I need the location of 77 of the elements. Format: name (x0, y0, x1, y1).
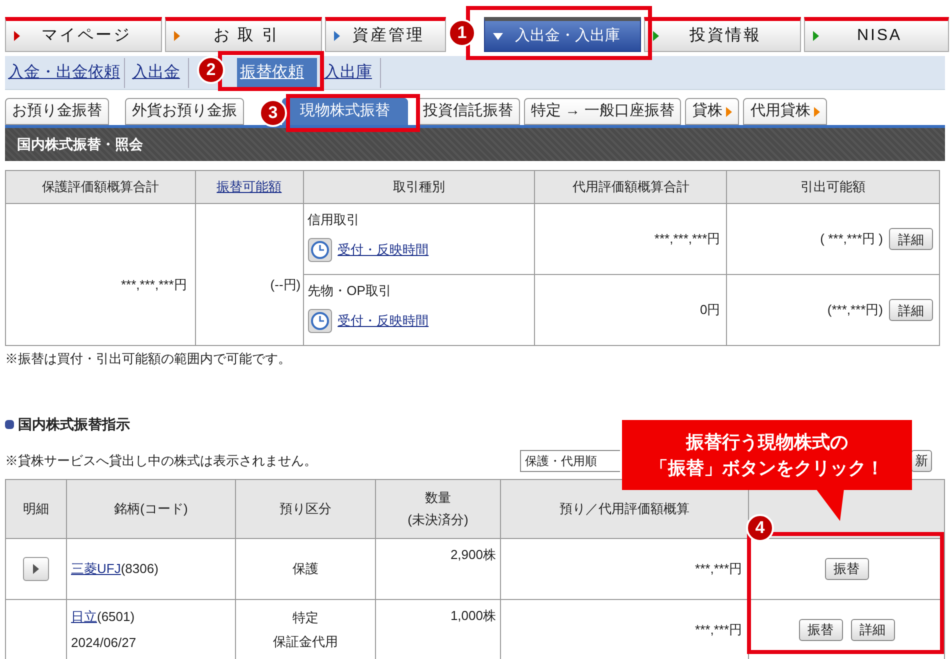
table-cell: ***,***,***円 (6, 204, 196, 346)
table-cell: (--円) (195, 204, 304, 346)
table-cell-text: 保護 (292, 560, 320, 578)
arrow-icon (726, 106, 732, 116)
column-header[interactable]: 振替可能額 (195, 170, 304, 204)
column-header: 引出可能額 (726, 170, 940, 204)
link[interactable]: 受付・反映時間 (338, 310, 429, 330)
small-button[interactable]: 詳細 (889, 228, 933, 250)
nav-label: マイページ (42, 26, 132, 46)
clock-icon (308, 238, 332, 262)
column-header: 保護評価額概算合計 (6, 170, 196, 204)
table-cell: 1,000株 (450, 608, 496, 622)
clock-icon (308, 308, 332, 332)
tab[interactable]: お預り金振替 (5, 98, 109, 125)
play-icon (33, 564, 39, 574)
callout: 振替行う現物株式の 「振替」ボタンをクリック！ (622, 420, 912, 490)
column-header: 数量 (424, 488, 452, 506)
table-cell-text: 特定 (292, 608, 320, 626)
sub-nav-link[interactable]: 入金・出金依頼 (5, 58, 125, 88)
table-cell: ***,***円 (695, 622, 742, 637)
nav-tab[interactable]: NISA (804, 17, 949, 52)
bullet-icon (5, 420, 14, 428)
panel-title: 国内株式振替・照会 (17, 135, 143, 154)
small-button[interactable]: 振替 (824, 558, 868, 580)
date-text: 2024/06/27 (71, 634, 138, 652)
nav-tab[interactable]: 資産管理 (325, 17, 446, 52)
stock-link[interactable]: 日立 (71, 607, 97, 626)
stock-code: (6501) (97, 608, 135, 626)
step-marker: 1 (448, 19, 476, 47)
link[interactable]: 受付・反映時間 (338, 240, 429, 260)
tab[interactable]: 現物株式振替 (282, 98, 408, 125)
table-cell: 2,900株 (450, 546, 496, 562)
small-button[interactable]: 詳細 (850, 618, 894, 640)
nav-tab[interactable]: お 取 引 (165, 17, 322, 52)
nav-label: 入出金・入出庫 (515, 26, 620, 46)
expand-button[interactable] (23, 556, 49, 580)
table-cell: 0円 (534, 274, 727, 346)
table-cell: ***,***,***円 (534, 204, 727, 274)
section-title: 国内株式振替指示 (18, 414, 130, 434)
nav-label: 投資情報 (690, 26, 762, 46)
table-cell-text: ( ***,***円 ) (820, 230, 883, 248)
sub-nav-link[interactable]: 入出金 (129, 58, 189, 88)
nav-label: お 取 引 (213, 26, 280, 46)
sub-nav-link[interactable]: 入出庫 (321, 58, 381, 88)
stock-code: (8306) (120, 560, 158, 578)
callout-tail (816, 489, 844, 521)
table-cell: ***,***円 (695, 560, 742, 576)
column-header: 預り／代用評価額概算 (558, 500, 690, 518)
nav-label: NISA (856, 26, 902, 46)
small-button[interactable]: 詳細 (889, 299, 933, 321)
step-marker: 3 (259, 99, 287, 127)
sub-nav-link[interactable]: 振替依頼 (237, 58, 317, 88)
note-text: ※振替は買付・引出可能額の範囲内で可能です。 (5, 350, 292, 368)
column-header: 明細 (22, 500, 50, 518)
tab[interactable]: 代用貸株 (743, 98, 828, 125)
column-header: (未決済分) (406, 510, 470, 529)
note-text: ※貸株サービスへ貸出し中の株式は表示されません。 (5, 452, 318, 470)
column-header: 銘柄(コード) (113, 500, 189, 518)
column-header: 預り区分 (278, 500, 332, 518)
nav-tab[interactable]: マイページ (5, 17, 162, 52)
table-cell-text: 信用取引 (308, 211, 361, 229)
arrow-icon (814, 106, 820, 116)
nav-label: 資産管理 (352, 26, 424, 46)
sort-select[interactable]: 保護・代用順 (520, 450, 620, 472)
table-cell-text: 先物・OP取引 (308, 282, 392, 300)
small-button[interactable]: 振替 (798, 618, 842, 640)
nav-tab[interactable]: 入出金・入出庫 (484, 17, 641, 52)
table-cell-text: 保証金代用 (272, 632, 339, 650)
table-cell-text: (***,***円) (827, 301, 883, 320)
small-button[interactable]: 新 (911, 450, 932, 472)
tab[interactable]: 外貨お預り金振 (125, 98, 244, 125)
tab[interactable]: 貸株 (685, 98, 740, 125)
column-header: 代用評価額概算合計 (534, 170, 727, 204)
column-header: 取引種別 (303, 170, 535, 204)
stock-link[interactable]: 三菱UFJ (71, 558, 121, 578)
nav-tab[interactable]: 投資情報 (644, 17, 801, 52)
tab[interactable]: 特定 → 一般口座振替 (524, 98, 682, 125)
